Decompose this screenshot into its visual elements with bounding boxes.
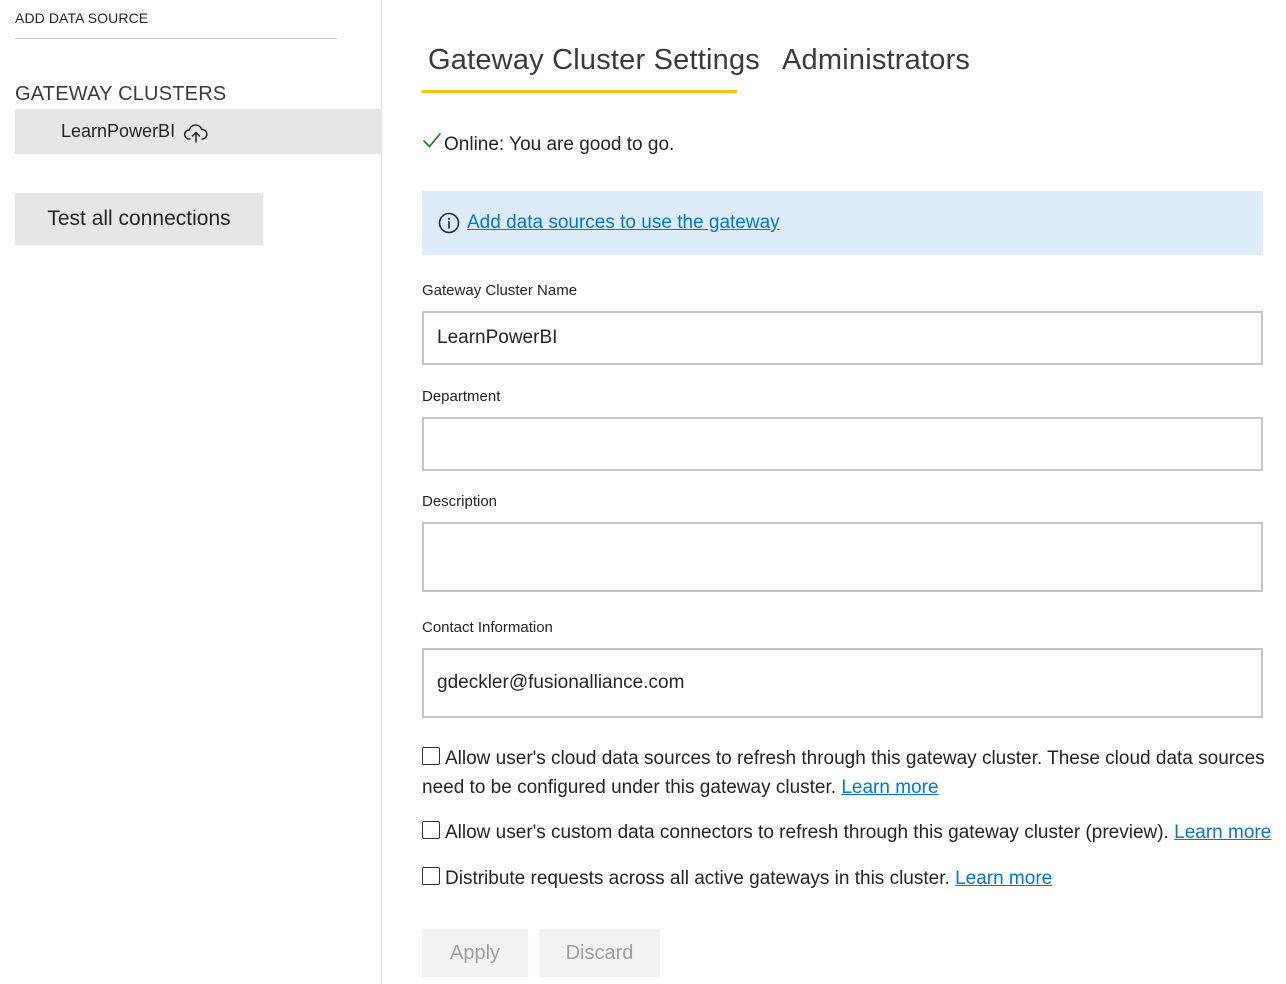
description-label: Description — [422, 493, 498, 510]
option-custom-connectors: Allow user's custom data connectors to r… — [422, 818, 1271, 847]
option-text: Allow user's cloud data sources to refre… — [445, 748, 1265, 769]
option-cloud-data-sources: Allow user's cloud data sources to refre… — [422, 744, 1265, 802]
option-text: Distribute requests across all active ga… — [445, 868, 950, 889]
department-input[interactable] — [422, 417, 1263, 471]
learn-more-link[interactable]: Learn more — [1174, 822, 1271, 843]
discard-button[interactable]: Discard — [539, 929, 660, 977]
status-text: Online: You are good to go. — [444, 134, 675, 155]
department-label: Department — [422, 388, 501, 405]
option-text-continued: need to be configured under this gateway… — [422, 777, 837, 798]
cluster-name-label: Gateway Cluster Name — [422, 282, 578, 299]
contact-information-input[interactable] — [422, 648, 1263, 718]
test-all-connections-button[interactable]: Test all connections — [15, 193, 263, 245]
custom-connectors-checkbox[interactable] — [422, 821, 440, 839]
contact-information-label: Contact Information — [422, 619, 553, 636]
status-message: Online: You are good to go. — [422, 133, 675, 156]
tab-administrators[interactable]: Administrators — [782, 44, 970, 77]
settings-pane: Gateway Cluster Settings Administrators … — [382, 0, 1286, 984]
option-text: Allow user's custom data connectors to r… — [445, 822, 1169, 843]
learn-more-link[interactable]: Learn more — [955, 868, 1052, 889]
gateway-clusters-heading: GATEWAY CLUSTERS — [15, 83, 227, 105]
active-tab-indicator — [422, 90, 737, 93]
apply-button[interactable]: Apply — [422, 929, 528, 977]
cluster-name-input[interactable] — [422, 311, 1263, 365]
cluster-item-label: LearnPowerBI — [61, 121, 176, 141]
add-data-source-link[interactable]: ADD DATA SOURCE — [15, 10, 148, 26]
divider — [15, 38, 337, 39]
left-pane: ADD DATA SOURCE GATEWAY CLUSTERS LearnPo… — [0, 0, 382, 984]
info-banner: Add data sources to use the gateway — [422, 191, 1263, 255]
learn-more-link[interactable]: Learn more — [841, 777, 938, 798]
description-input[interactable] — [422, 522, 1263, 592]
tab-gateway-cluster-settings[interactable]: Gateway Cluster Settings — [428, 44, 760, 77]
cloud-upload-icon — [183, 122, 209, 144]
distribute-requests-checkbox[interactable] — [422, 867, 440, 885]
option-distribute-requests: Distribute requests across all active ga… — [422, 864, 1052, 893]
add-data-sources-link[interactable]: Add data sources to use the gateway — [467, 212, 780, 234]
cluster-item-learnpowerbi[interactable]: LearnPowerBI — [15, 109, 382, 154]
cloud-data-sources-checkbox[interactable] — [422, 747, 440, 765]
info-icon — [438, 212, 460, 234]
checkmark-icon — [422, 130, 442, 150]
